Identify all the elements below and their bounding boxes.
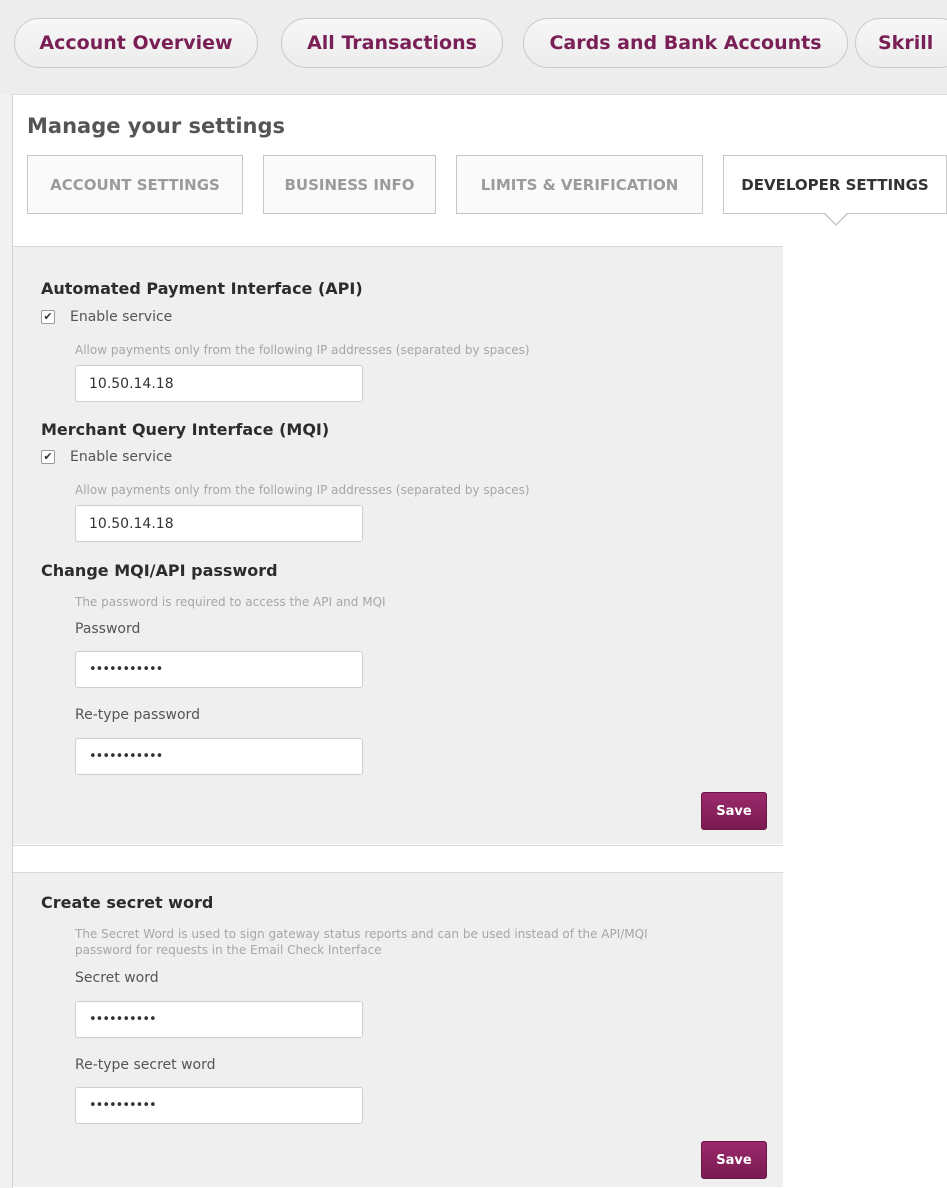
- retype-secret-word-label: Re-type secret word: [75, 1057, 216, 1073]
- password-label: Password: [75, 621, 141, 637]
- active-tab-pointer: [823, 212, 849, 226]
- api-enable-checkbox[interactable]: ✔: [41, 310, 55, 324]
- section-divider: [13, 845, 783, 846]
- mqi-section-title: Merchant Query Interface (MQI): [41, 420, 330, 439]
- nav-account-overview[interactable]: Account Overview: [14, 18, 258, 68]
- nav-skrill[interactable]: Skrill: [855, 18, 947, 68]
- secret-hint-line-1: The Secret Word is used to sign gateway …: [75, 927, 648, 941]
- page-title: Manage your settings: [27, 114, 286, 138]
- mqi-enable-checkbox[interactable]: ✔: [41, 450, 55, 464]
- mqi-enable-row: ✔ Enable service: [41, 449, 172, 465]
- password-input[interactable]: •••••••••••: [75, 651, 363, 688]
- tab-limits-verification[interactable]: LIMITS & VERIFICATION: [456, 155, 703, 214]
- secret-section-title: Create secret word: [41, 893, 214, 912]
- password-section-title: Change MQI/API password: [41, 561, 278, 580]
- top-navigation: Account Overview All Transactions Cards …: [0, 0, 947, 94]
- tab-account-settings[interactable]: ACCOUNT SETTINGS: [27, 155, 243, 214]
- nav-all-transactions[interactable]: All Transactions: [281, 18, 503, 68]
- secret-hint-line-2: password for requests in the Email Check…: [75, 943, 382, 957]
- tab-business-info[interactable]: BUSINESS INFO: [263, 155, 436, 214]
- api-ip-hint: Allow payments only from the following I…: [75, 343, 530, 357]
- mqi-enable-label: Enable service: [70, 449, 173, 465]
- password-hint: The password is required to access the A…: [75, 595, 386, 609]
- api-ip-input[interactable]: 10.50.14.18: [75, 365, 363, 402]
- nav-cards-and-bank-accounts[interactable]: Cards and Bank Accounts: [523, 18, 848, 68]
- retype-password-label: Re-type password: [75, 707, 200, 723]
- mqi-ip-hint: Allow payments only from the following I…: [75, 483, 530, 497]
- mqi-ip-input[interactable]: 10.50.14.18: [75, 505, 363, 542]
- secret-word-input[interactable]: ••••••••••: [75, 1001, 363, 1038]
- api-enable-row: ✔ Enable service: [41, 309, 172, 325]
- secret-word-label: Secret word: [75, 970, 159, 986]
- api-enable-label: Enable service: [70, 309, 173, 325]
- save-password-button[interactable]: Save: [701, 792, 767, 830]
- save-secret-word-button[interactable]: Save: [701, 1141, 767, 1179]
- retype-secret-word-input[interactable]: ••••••••••: [75, 1087, 363, 1124]
- tab-developer-settings[interactable]: DEVELOPER SETTINGS: [723, 155, 947, 214]
- api-section-title: Automated Payment Interface (API): [41, 279, 363, 298]
- retype-password-input[interactable]: •••••••••••: [75, 738, 363, 775]
